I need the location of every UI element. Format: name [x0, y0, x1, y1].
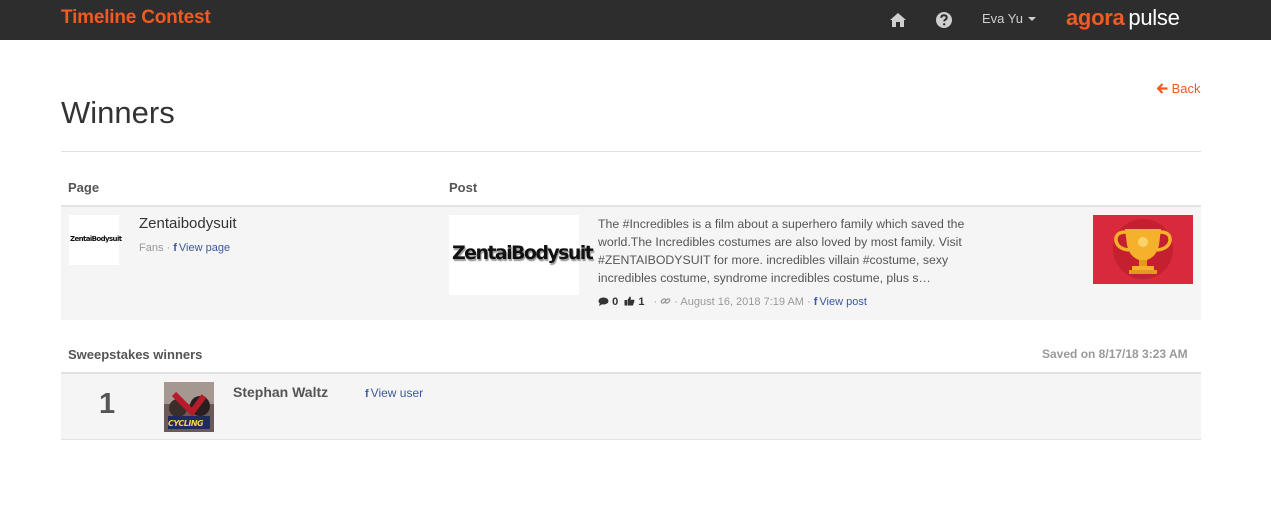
winner-avatar[interactable]: CYCLING — [164, 382, 214, 432]
back-link[interactable]: Back — [1156, 81, 1201, 96]
view-user-link[interactable]: f View user — [365, 386, 423, 400]
comment-count: 0 — [612, 296, 619, 308]
question-circle-icon[interactable] — [935, 11, 953, 29]
like-count: 1 — [638, 296, 645, 308]
post-row: ZentaiBodysuit Zentaibodysuit Fans · f Vi… — [61, 205, 1201, 320]
post-text: The #Incredibles is a film about a super… — [598, 217, 965, 285]
divider — [61, 151, 1201, 152]
back-label: Back — [1171, 81, 1201, 96]
page-avatar[interactable]: ZentaiBodysuit — [69, 215, 122, 265]
app-title[interactable]: Timeline Contest — [61, 7, 211, 29]
facebook-icon: f — [813, 296, 818, 308]
trophy-icon — [1093, 215, 1193, 284]
post-image[interactable]: ZentaiBodysuit — [449, 215, 594, 295]
page-title: Winners — [61, 95, 175, 130]
brand-part-pulse: pulse — [1128, 5, 1180, 30]
facebook-icon: f — [173, 242, 177, 254]
thumbs-up-icon — [624, 296, 635, 306]
user-name: Eva Yu — [982, 11, 1023, 26]
comment-icon — [598, 297, 609, 306]
meta-separator: · — [653, 296, 658, 308]
view-page-label: View page — [178, 242, 231, 254]
post-date: · August 16, 2018 7:19 AM · — [674, 296, 811, 308]
page-meta-prefix: Fans · — [139, 242, 171, 254]
view-user-label: View user — [370, 386, 424, 400]
link-icon — [660, 298, 671, 304]
brand-logo: agora pulse — [1066, 5, 1180, 31]
user-menu[interactable]: Eva Yu — [982, 11, 1036, 26]
avatar-caption: CYCLING — [168, 419, 204, 428]
post-image-text: ZentaiBodysuit — [452, 242, 594, 264]
saved-on-timestamp: Saved on 8/17/18 3:23 AM — [1042, 347, 1188, 361]
view-post-label: View post — [819, 296, 867, 308]
brand-part-agora: agora — [1066, 5, 1125, 30]
column-header-page: Page — [68, 180, 100, 195]
winner-rank: 1 — [99, 388, 116, 420]
winner-name: Stephan Waltz — [233, 384, 329, 400]
winner-row: 1 CYCLING Stephan Waltz f View user — [61, 372, 1201, 440]
home-icon[interactable] — [889, 11, 907, 29]
arrow-left-icon — [1156, 83, 1168, 94]
caret-down-icon — [1027, 17, 1036, 21]
view-post-link[interactable]: f View post — [814, 296, 867, 308]
post-meta: 0 1 · · August 16, 2018 7:19 AM · f View … — [598, 296, 867, 308]
sweepstakes-title: Sweepstakes winners — [68, 347, 203, 362]
facebook-icon: f — [365, 388, 369, 400]
page-name: Zentaibodysuit — [139, 215, 237, 232]
column-header-post: Post — [449, 180, 478, 195]
top-navbar: Timeline Contest Eva Yu agora pulse — [0, 0, 1271, 40]
view-page-link[interactable]: f View page — [173, 242, 230, 254]
page-meta: Fans · f View page — [139, 242, 230, 254]
page-avatar-text: ZentaiBodysuit — [70, 235, 122, 243]
